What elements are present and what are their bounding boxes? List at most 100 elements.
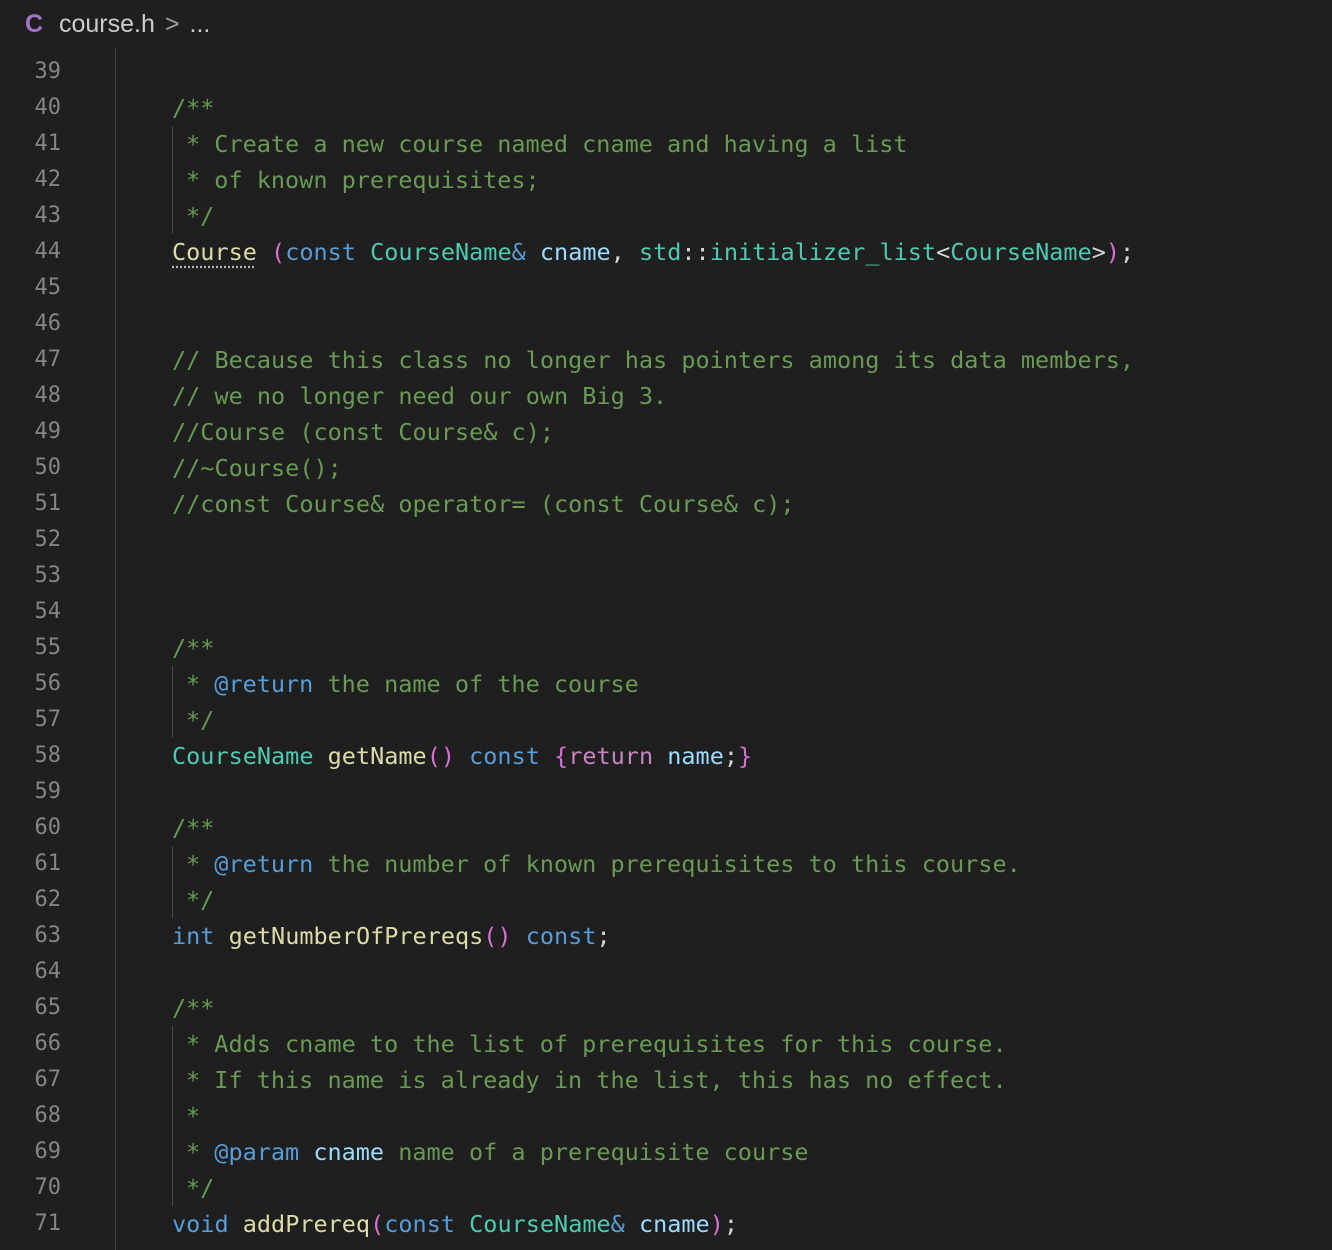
- keyword: int: [172, 922, 215, 950]
- code-line[interactable]: Course (const CourseName& cname, std::in…: [172, 234, 1332, 270]
- punct: ;: [596, 922, 611, 950]
- brace: }: [738, 742, 753, 770]
- code-line[interactable]: CourseName getName() const {return name;…: [172, 738, 1332, 774]
- code-line[interactable]: * of known prerequisites;: [172, 162, 1332, 198]
- punct: ;: [1120, 238, 1135, 266]
- line-number: 67: [34, 1067, 62, 1092]
- parameter: cname: [638, 1210, 710, 1238]
- line-number: 53: [34, 563, 62, 588]
- line-number-gutter[interactable]: 39 40 41 42 43 44 45 46 47 48 49 50 51 5…: [0, 54, 100, 1242]
- line-number: 48: [34, 383, 62, 408]
- paren: ): [709, 1210, 724, 1238]
- code-line[interactable]: /**: [172, 630, 1332, 666]
- code-line[interactable]: [172, 270, 1332, 306]
- line-number: 56: [34, 671, 62, 696]
- doc-comment-text: * If this name is already in the list, t…: [186, 1066, 1007, 1094]
- code-line[interactable]: * If this name is already in the list, t…: [172, 1062, 1332, 1098]
- punct: ;: [723, 742, 738, 770]
- doc-tag: @return: [214, 850, 314, 878]
- code-line[interactable]: /**: [172, 90, 1332, 126]
- doc-comment-text: the name of the course: [313, 670, 639, 698]
- code-line[interactable]: * @param cname name of a prerequisite co…: [172, 1134, 1332, 1170]
- code-line[interactable]: /**: [172, 990, 1332, 1026]
- line-comment: //const Course& operator= (const Course&…: [172, 490, 795, 518]
- line-number: 47: [34, 347, 62, 372]
- code-line[interactable]: * @return the name of the course: [172, 666, 1332, 702]
- line-number: 43: [34, 203, 62, 228]
- code-line[interactable]: [172, 594, 1332, 630]
- code-line[interactable]: */: [172, 882, 1332, 918]
- code-editor[interactable]: C course.h > ... 39 40 41 42 43 44 45 46…: [0, 0, 1332, 1250]
- code-line[interactable]: //const Course& operator= (const Course&…: [172, 486, 1332, 522]
- doc-comment-open: /**: [172, 994, 215, 1022]
- code-line[interactable]: * Adds cname to the list of prerequisite…: [172, 1026, 1332, 1062]
- line-number: 49: [34, 419, 62, 444]
- line-comment: // we no longer need our own Big 3.: [172, 382, 668, 410]
- code-line[interactable]: //~Course();: [172, 450, 1332, 486]
- line-number: 51: [34, 491, 62, 516]
- breadcrumb-file[interactable]: course.h: [59, 10, 155, 39]
- code-area[interactable]: /** * Create a new course named cname an…: [172, 54, 1332, 1242]
- code-line[interactable]: * Create a new course named cname and ha…: [172, 126, 1332, 162]
- type-name: CourseName: [370, 238, 512, 266]
- code-line[interactable]: [172, 774, 1332, 810]
- code-line[interactable]: //Course (const Course& c);: [172, 414, 1332, 450]
- line-number: 71: [34, 1211, 62, 1236]
- doc-comment-text: *: [186, 850, 215, 878]
- keyword: const: [525, 922, 597, 950]
- doc-comment-close: */: [186, 706, 215, 734]
- code-line[interactable]: void addPrereq(const CourseName& cname);: [172, 1206, 1332, 1242]
- doc-comment-text: * Adds cname to the list of prerequisite…: [186, 1030, 1007, 1058]
- parameter: cname: [539, 238, 611, 266]
- line-number: 55: [34, 635, 62, 660]
- doc-comment-text: *: [186, 1102, 201, 1130]
- paren: (): [426, 742, 455, 770]
- keyword: void: [172, 1210, 229, 1238]
- line-comment: //Course (const Course& c);: [172, 418, 555, 446]
- line-number: 65: [34, 995, 62, 1020]
- code-line[interactable]: [172, 54, 1332, 90]
- constructor-name: Course: [172, 238, 257, 266]
- code-line[interactable]: */: [172, 702, 1332, 738]
- line-number: 46: [34, 311, 62, 336]
- code-line[interactable]: *: [172, 1098, 1332, 1134]
- line-number: 60: [34, 815, 62, 840]
- code-line[interactable]: * @return the number of known prerequisi…: [172, 846, 1332, 882]
- chevron-right-icon: >: [164, 9, 180, 38]
- keyword: const: [384, 1210, 455, 1238]
- code-line[interactable]: // we no longer need our own Big 3.: [172, 378, 1332, 414]
- line-comment: //~Course();: [172, 454, 342, 482]
- paren: (: [271, 238, 286, 266]
- line-number: 57: [34, 707, 62, 732]
- code-line[interactable]: int getNumberOfPrereqs() const;: [172, 918, 1332, 954]
- line-comment: // Because this class no longer has poin…: [172, 346, 1135, 374]
- line-number: 68: [34, 1103, 62, 1128]
- code-line[interactable]: /**: [172, 810, 1332, 846]
- namespace: std: [638, 238, 682, 266]
- code-line[interactable]: */: [172, 198, 1332, 234]
- code-line[interactable]: [172, 558, 1332, 594]
- line-number: 63: [34, 923, 62, 948]
- indent-guide: [115, 48, 116, 1250]
- doc-comment-open: /**: [172, 94, 215, 122]
- doc-comment-open: /**: [172, 814, 215, 842]
- line-number: 69: [34, 1139, 62, 1164]
- punct: <: [936, 238, 951, 266]
- doc-comment-text: *: [186, 670, 215, 698]
- line-number: 66: [34, 1031, 62, 1056]
- code-line[interactable]: // Because this class no longer has poin…: [172, 342, 1332, 378]
- doc-comment-text: [299, 1138, 313, 1166]
- breadcrumb: C course.h > ...: [0, 0, 1332, 48]
- code-line[interactable]: [172, 522, 1332, 558]
- code-line[interactable]: */: [172, 1170, 1332, 1206]
- line-number: 41: [34, 131, 62, 156]
- breadcrumb-symbols[interactable]: ...: [190, 10, 211, 39]
- code-line[interactable]: [172, 306, 1332, 342]
- line-number: 62: [34, 887, 62, 912]
- member-variable: name: [667, 742, 724, 770]
- code-line[interactable]: [172, 954, 1332, 990]
